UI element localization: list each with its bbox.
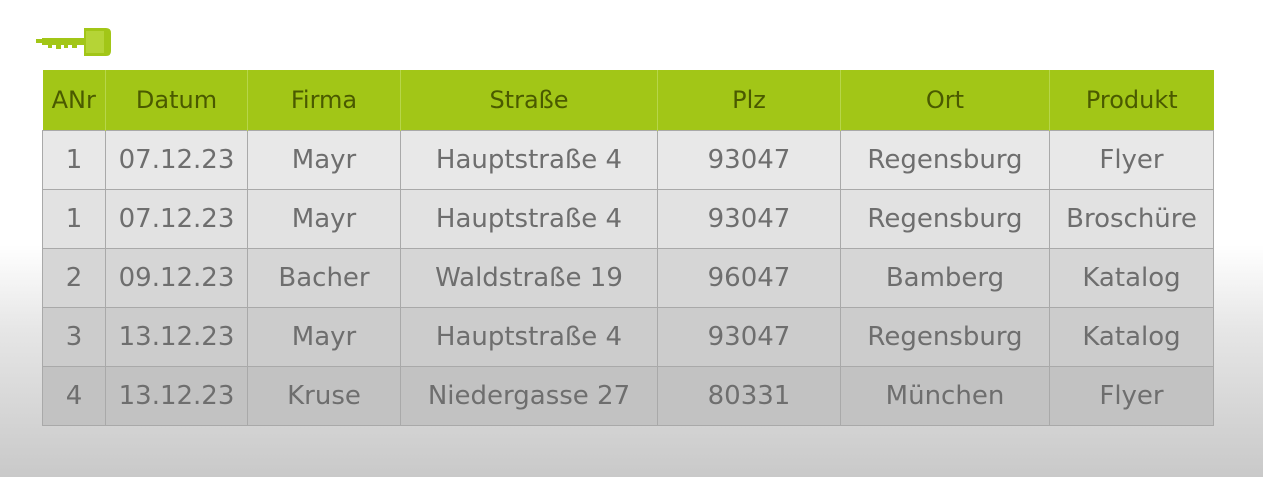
cell-datum: 07.12.23 (105, 189, 248, 249)
column-header-plz: Plz (657, 70, 841, 131)
cell-produkt: Flyer (1049, 366, 1214, 426)
cell-firma: Kruse (247, 366, 401, 426)
cell-ort: Regensburg (840, 307, 1050, 367)
cell-firma: Bacher (247, 248, 401, 308)
cell-ort: Regensburg (840, 189, 1050, 249)
cell-ort: Regensburg (840, 130, 1050, 190)
cell-plz: 93047 (657, 307, 841, 367)
column-header-produkt: Produkt (1049, 70, 1214, 131)
cell-ort: Bamberg (840, 248, 1050, 308)
cell-plz: 93047 (657, 130, 841, 190)
cell-strasse: Hauptstraße 4 (400, 130, 658, 190)
table-row: 4 13.12.23 Kruse Niedergasse 27 80331 Mü… (42, 366, 1214, 426)
table-row: 1 07.12.23 Mayr Hauptstraße 4 93047 Rege… (42, 189, 1214, 249)
header-row: ANr Datum Firma Straße Plz Ort Produkt (42, 70, 1214, 131)
column-header-anr: ANr (42, 70, 106, 131)
column-header-datum: Datum (105, 70, 248, 131)
cell-datum: 09.12.23 (105, 248, 248, 308)
cell-produkt: Katalog (1049, 307, 1214, 367)
cell-anr: 4 (42, 366, 106, 426)
cell-produkt: Broschüre (1049, 189, 1214, 249)
cell-datum: 13.12.23 (105, 307, 248, 367)
cell-firma: Mayr (247, 130, 401, 190)
table-row: 3 13.12.23 Mayr Hauptstraße 4 93047 Rege… (42, 307, 1214, 367)
cell-strasse: Niedergasse 27 (400, 366, 658, 426)
cell-produkt: Flyer (1049, 130, 1214, 190)
table-row: 1 07.12.23 Mayr Hauptstraße 4 93047 Rege… (42, 130, 1214, 190)
column-header-ort: Ort (840, 70, 1050, 131)
cell-firma: Mayr (247, 189, 401, 249)
cell-anr: 2 (42, 248, 106, 308)
cell-datum: 07.12.23 (105, 130, 248, 190)
column-header-strasse: Straße (400, 70, 658, 131)
orders-table: ANr Datum Firma Straße Plz Ort Produkt 1… (42, 70, 1214, 426)
column-header-firma: Firma (247, 70, 401, 131)
cell-plz: 93047 (657, 189, 841, 249)
cell-datum: 13.12.23 (105, 366, 248, 426)
cell-plz: 96047 (657, 248, 841, 308)
cell-anr: 1 (42, 130, 106, 190)
cell-ort: München (840, 366, 1050, 426)
cell-strasse: Hauptstraße 4 (400, 307, 658, 367)
cell-plz: 80331 (657, 366, 841, 426)
key-icon (36, 26, 112, 58)
table-row: 2 09.12.23 Bacher Waldstraße 19 96047 Ba… (42, 248, 1214, 308)
cell-strasse: Hauptstraße 4 (400, 189, 658, 249)
cell-anr: 3 (42, 307, 106, 367)
cell-anr: 1 (42, 189, 106, 249)
cell-firma: Mayr (247, 307, 401, 367)
cell-produkt: Katalog (1049, 248, 1214, 308)
cell-strasse: Waldstraße 19 (400, 248, 658, 308)
